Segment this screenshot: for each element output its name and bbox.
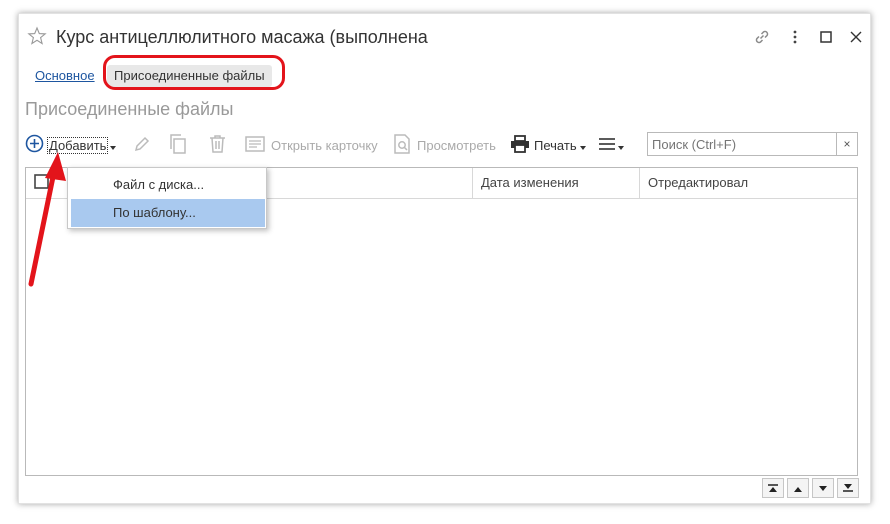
chevron-down-icon (110, 138, 117, 153)
print-button[interactable]: Печать (510, 134, 586, 156)
view-label: Просмотреть (417, 137, 496, 153)
open-card-button[interactable]: Открыть карточку (245, 134, 378, 156)
column-header-icon[interactable] (34, 174, 50, 192)
menu-item-from-template[interactable]: По шаблону... (71, 199, 265, 227)
maximize-icon[interactable] (816, 27, 836, 47)
print-label: Печать (534, 137, 577, 153)
trash-icon (209, 134, 226, 156)
delete-button[interactable] (209, 134, 226, 156)
chevron-down-icon (579, 138, 586, 153)
window-title: Курс антицеллюлитного масажа (выполнена (56, 27, 428, 47)
add-button[interactable]: Добавить (25, 134, 117, 156)
column-header-edited-by[interactable]: Отредактировал (640, 168, 857, 198)
last-icon (843, 479, 853, 497)
add-dropdown-menu: Файл с диска... По шаблону... (67, 167, 267, 229)
title-bar: Курс антицеллюлитного масажа (выполнена (19, 14, 870, 60)
highlight-annotation (103, 55, 285, 90)
arrow-down-icon (818, 479, 828, 497)
printer-icon (510, 134, 530, 156)
previous-button[interactable] (787, 478, 809, 498)
copy-icon (169, 133, 187, 157)
close-icon[interactable] (846, 27, 866, 47)
magnifier-document-icon (393, 133, 411, 157)
pencil-icon (133, 135, 151, 156)
star-icon[interactable] (27, 26, 47, 46)
menu-icon (599, 137, 615, 154)
copy-button[interactable] (169, 133, 187, 157)
edit-button[interactable] (133, 134, 151, 156)
first-icon (768, 479, 778, 497)
last-page-button[interactable] (837, 478, 859, 498)
add-button-label: Добавить (47, 136, 109, 154)
open-card-label: Открыть карточку (271, 137, 378, 153)
arrow-up-icon (793, 479, 803, 497)
search-input[interactable] (647, 132, 837, 156)
chevron-down-icon (618, 138, 624, 153)
next-button[interactable] (812, 478, 834, 498)
view-button[interactable]: Просмотреть (393, 133, 496, 157)
plus-circle-icon (25, 134, 44, 156)
nav-link-main[interactable]: Основное (35, 68, 95, 83)
more-icon[interactable] (785, 27, 805, 47)
column-header-modified-date[interactable]: Дата изменения (473, 168, 639, 198)
section-title: Присоединенные файлы (25, 99, 234, 119)
menu-item-file-from-disk[interactable]: Файл с диска... (71, 171, 265, 199)
dialog-window: Курс антицеллюлитного масажа (выполнена … (18, 13, 871, 504)
first-page-button[interactable] (762, 478, 784, 498)
more-actions-button[interactable] (599, 134, 624, 156)
card-icon (245, 135, 265, 155)
search-clear-button[interactable]: × (836, 132, 858, 156)
link-icon[interactable] (752, 27, 772, 47)
table-navigation (759, 478, 859, 500)
